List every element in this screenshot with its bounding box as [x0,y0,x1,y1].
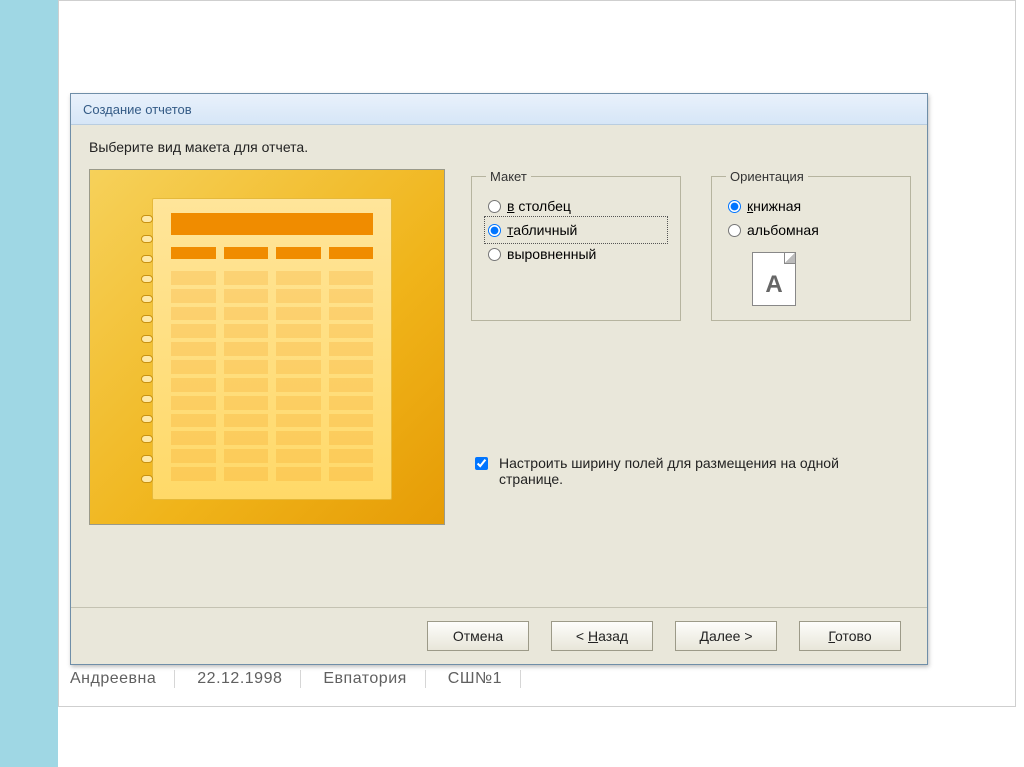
back-button[interactable]: < Назад [551,621,653,651]
orientation-icon-letter: A [765,271,782,299]
instruction-text: Выберите вид макета для отчета. [89,139,909,155]
radio-columnar[interactable]: в столбец [486,194,666,218]
orientation-legend: Ориентация [726,169,808,184]
dialog-body: Выберите вид макета для отчета. [71,125,927,607]
dialog-title: Создание отчетов [83,102,192,117]
bg-cell: СШ№1 [448,670,521,688]
radio-tabular-input[interactable] [488,224,501,237]
layout-fieldset: Макет в столбец табличный выровненный [471,169,681,321]
radio-landscape-input[interactable] [728,224,741,237]
radio-portrait-label: книжная [747,198,801,214]
radio-justified-input[interactable] [488,248,501,261]
orientation-fieldset: Ориентация книжная альбомная A [711,169,911,321]
radio-landscape-label: альбомная [747,222,819,238]
bg-cell: 22.12.1998 [197,670,301,688]
fit-width-checkbox-label: Настроить ширину полей для размещения на… [499,455,851,487]
radio-portrait[interactable]: книжная [726,194,896,218]
radio-justified[interactable]: выровненный [486,242,666,266]
orientation-page-icon: A [752,252,796,306]
fit-width-checkbox[interactable]: Настроить ширину полей для размещения на… [471,455,851,487]
radio-columnar-input[interactable] [488,200,501,213]
cancel-button[interactable]: Отмена [427,621,529,651]
layout-preview [89,169,445,525]
radio-tabular[interactable]: табличный [486,218,666,242]
radio-columnar-label: в столбец [507,198,571,214]
background-row: Андреевна 22.12.1998 Евпатория СШ№1 [70,670,521,688]
radio-tabular-label: табличный [507,222,577,238]
dialog-footer: Отмена < Назад Далее > Готово [71,607,927,664]
radio-portrait-input[interactable] [728,200,741,213]
bg-cell: Андреевна [70,670,175,688]
radio-justified-label: выровненный [507,246,596,262]
presentation-stripe [0,0,58,767]
layout-legend: Макет [486,169,531,184]
report-wizard-dialog: Создание отчетов Выберите вид макета для… [70,93,928,665]
radio-landscape[interactable]: альбомная [726,218,896,242]
dialog-titlebar[interactable]: Создание отчетов [71,94,927,125]
next-button[interactable]: Далее > [675,621,777,651]
bg-cell: Евпатория [323,670,425,688]
preview-notebook-icon [152,198,392,500]
finish-button[interactable]: Готово [799,621,901,651]
fit-width-checkbox-input[interactable] [475,457,488,470]
